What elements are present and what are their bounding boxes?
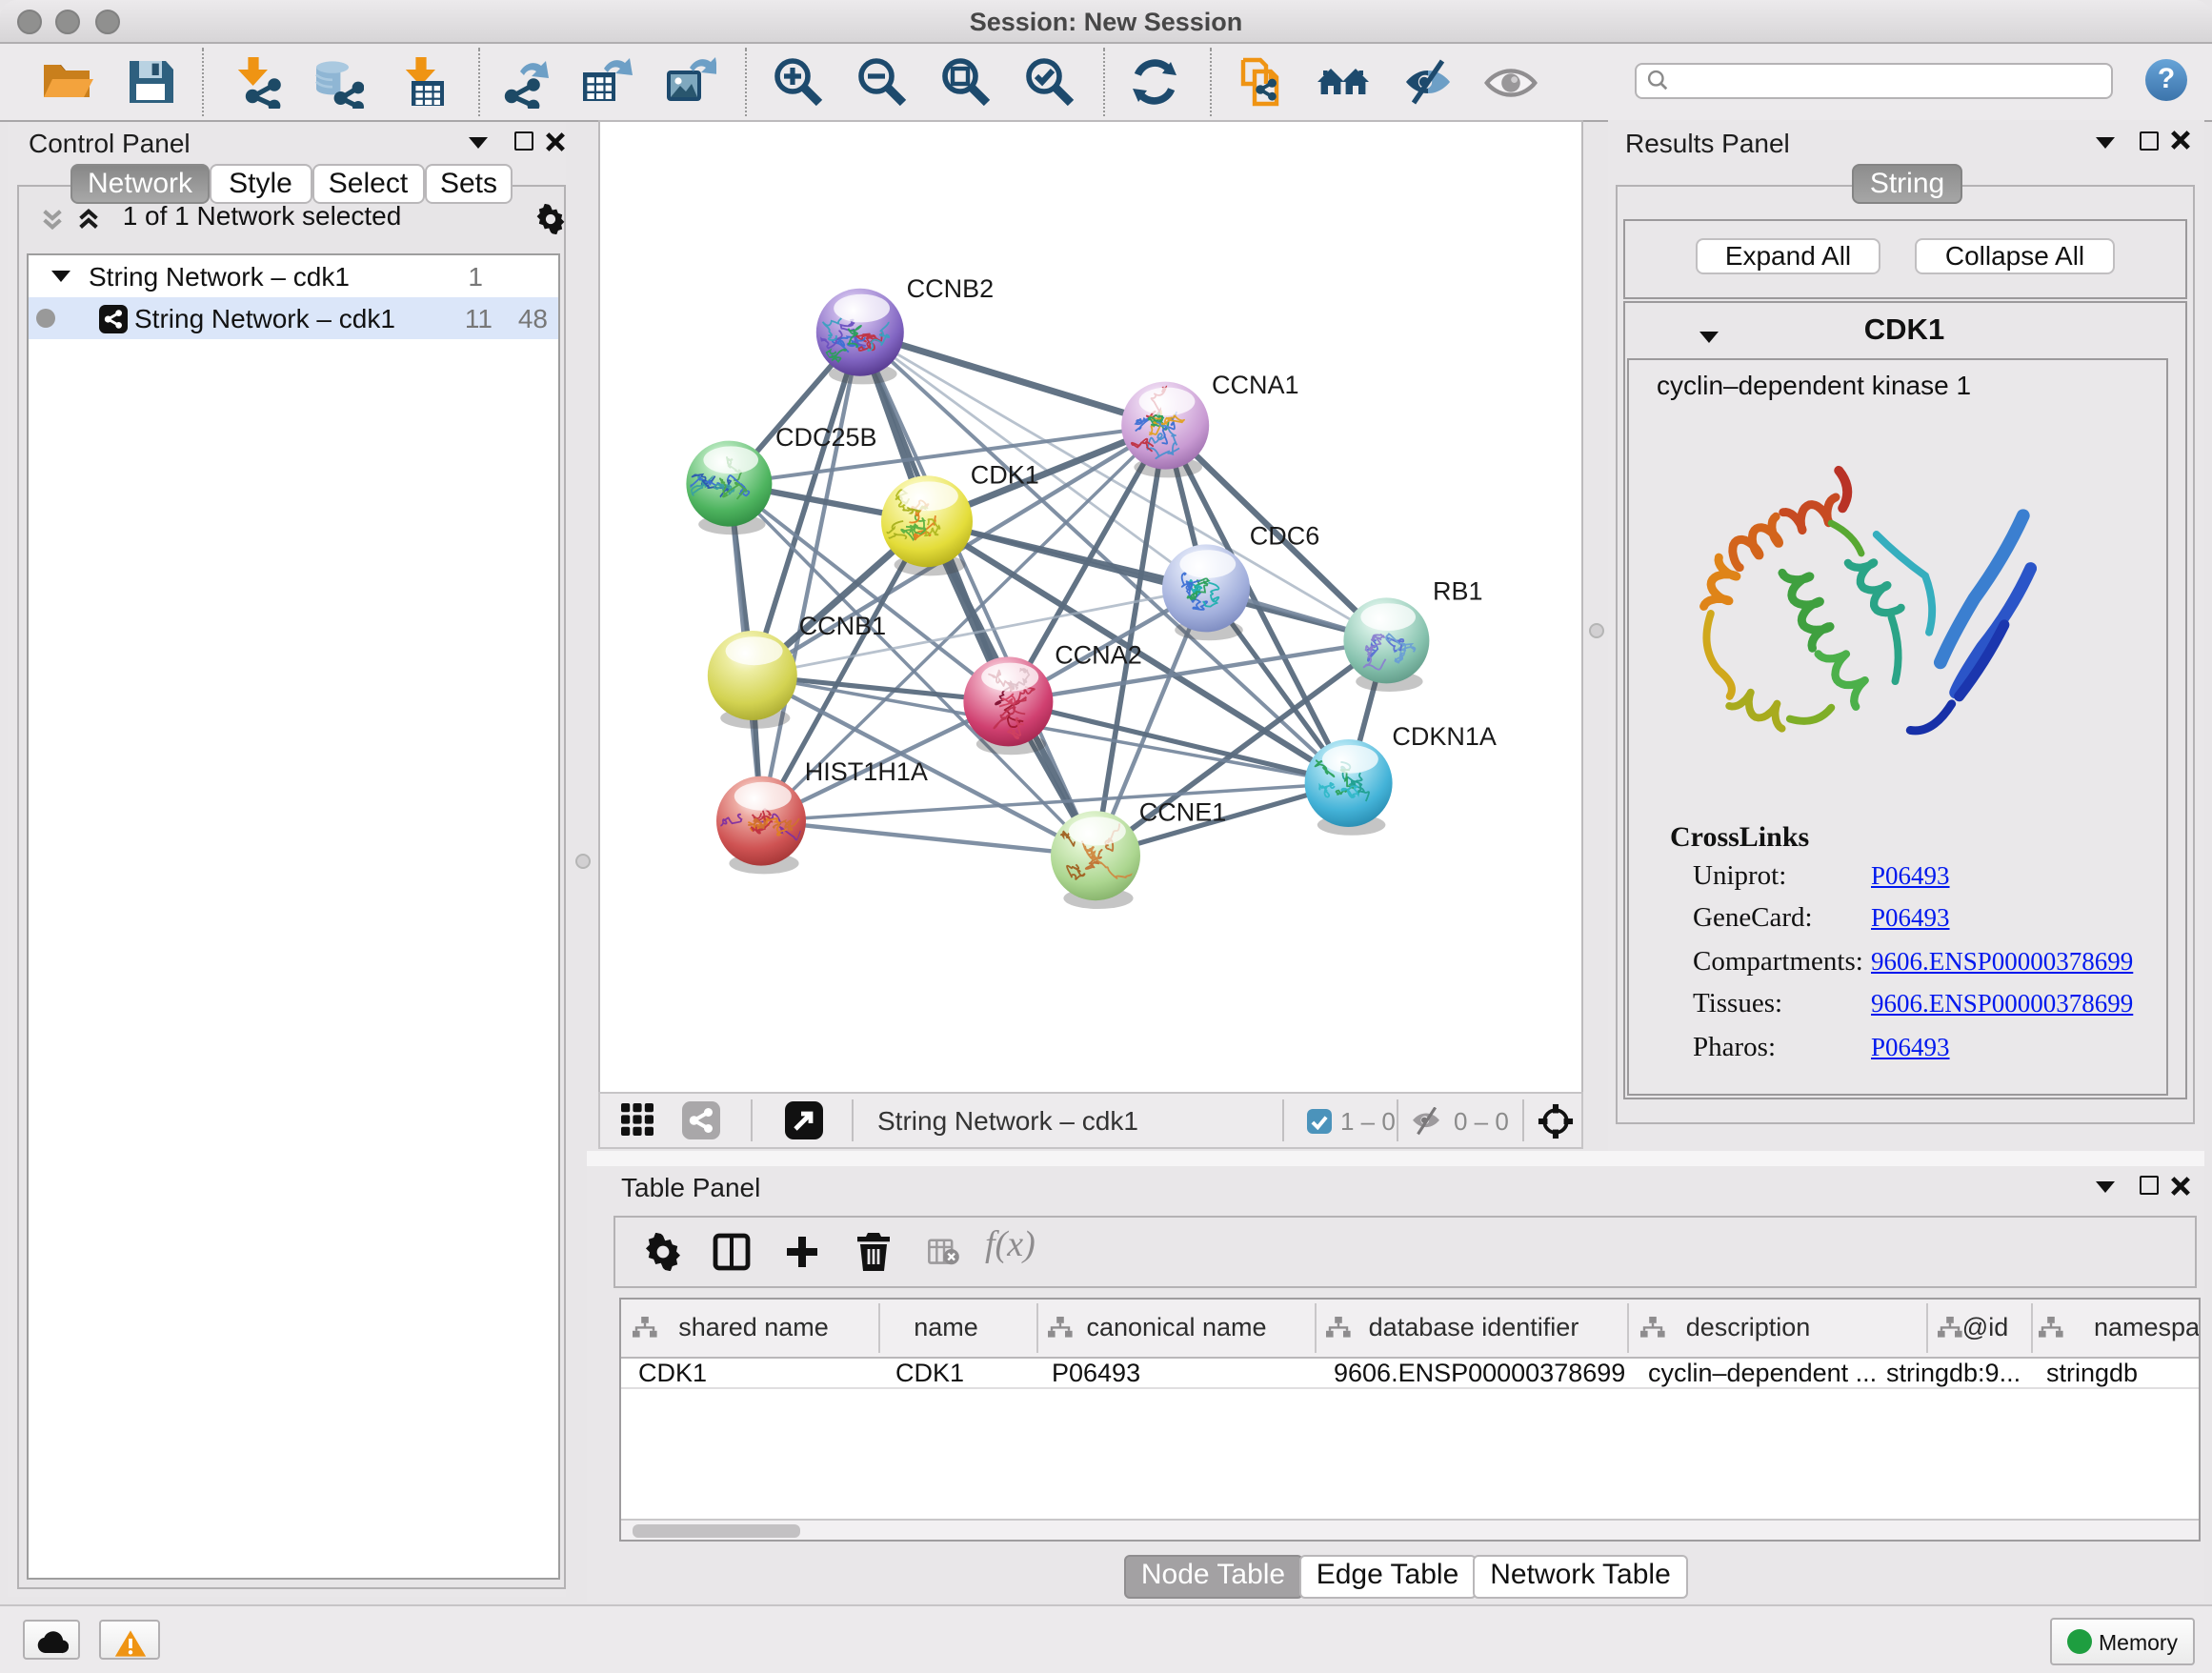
svg-text:CDC6: CDC6 (1250, 521, 1320, 550)
svg-text:CCNA1: CCNA1 (1212, 370, 1299, 398)
svg-text:CDK1: CDK1 (971, 459, 1039, 488)
svg-text:RB1: RB1 (1433, 576, 1483, 605)
svg-text:CCNE1: CCNE1 (1139, 797, 1227, 826)
svg-text:CCNB1: CCNB1 (799, 611, 887, 639)
svg-text:CCNA2: CCNA2 (1055, 640, 1142, 669)
svg-text:CDC25B: CDC25B (775, 422, 877, 451)
svg-text:HIST1H1A: HIST1H1A (805, 756, 928, 785)
svg-text:CCNB2: CCNB2 (907, 273, 995, 302)
svg-text:CDKN1A: CDKN1A (1392, 721, 1497, 750)
